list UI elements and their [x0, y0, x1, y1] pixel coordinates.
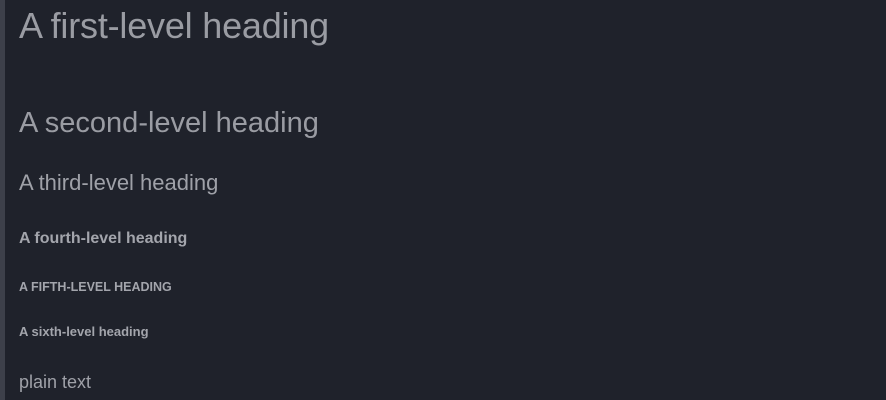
plain-text-paragraph: plain text [19, 372, 92, 392]
heading-level-6: A sixth-level heading [19, 324, 149, 339]
heading-level-3: A third-level heading [19, 170, 219, 195]
heading-level-4: A fourth-level heading [19, 230, 188, 247]
heading-level-5: A FIFTH-LEVEL HEADING [19, 280, 172, 294]
rendered-document: A first-level heading A second-level hea… [0, 0, 886, 400]
heading-level-2: A second-level heading [19, 107, 319, 139]
heading-level-1: A first-level heading [19, 5, 329, 46]
